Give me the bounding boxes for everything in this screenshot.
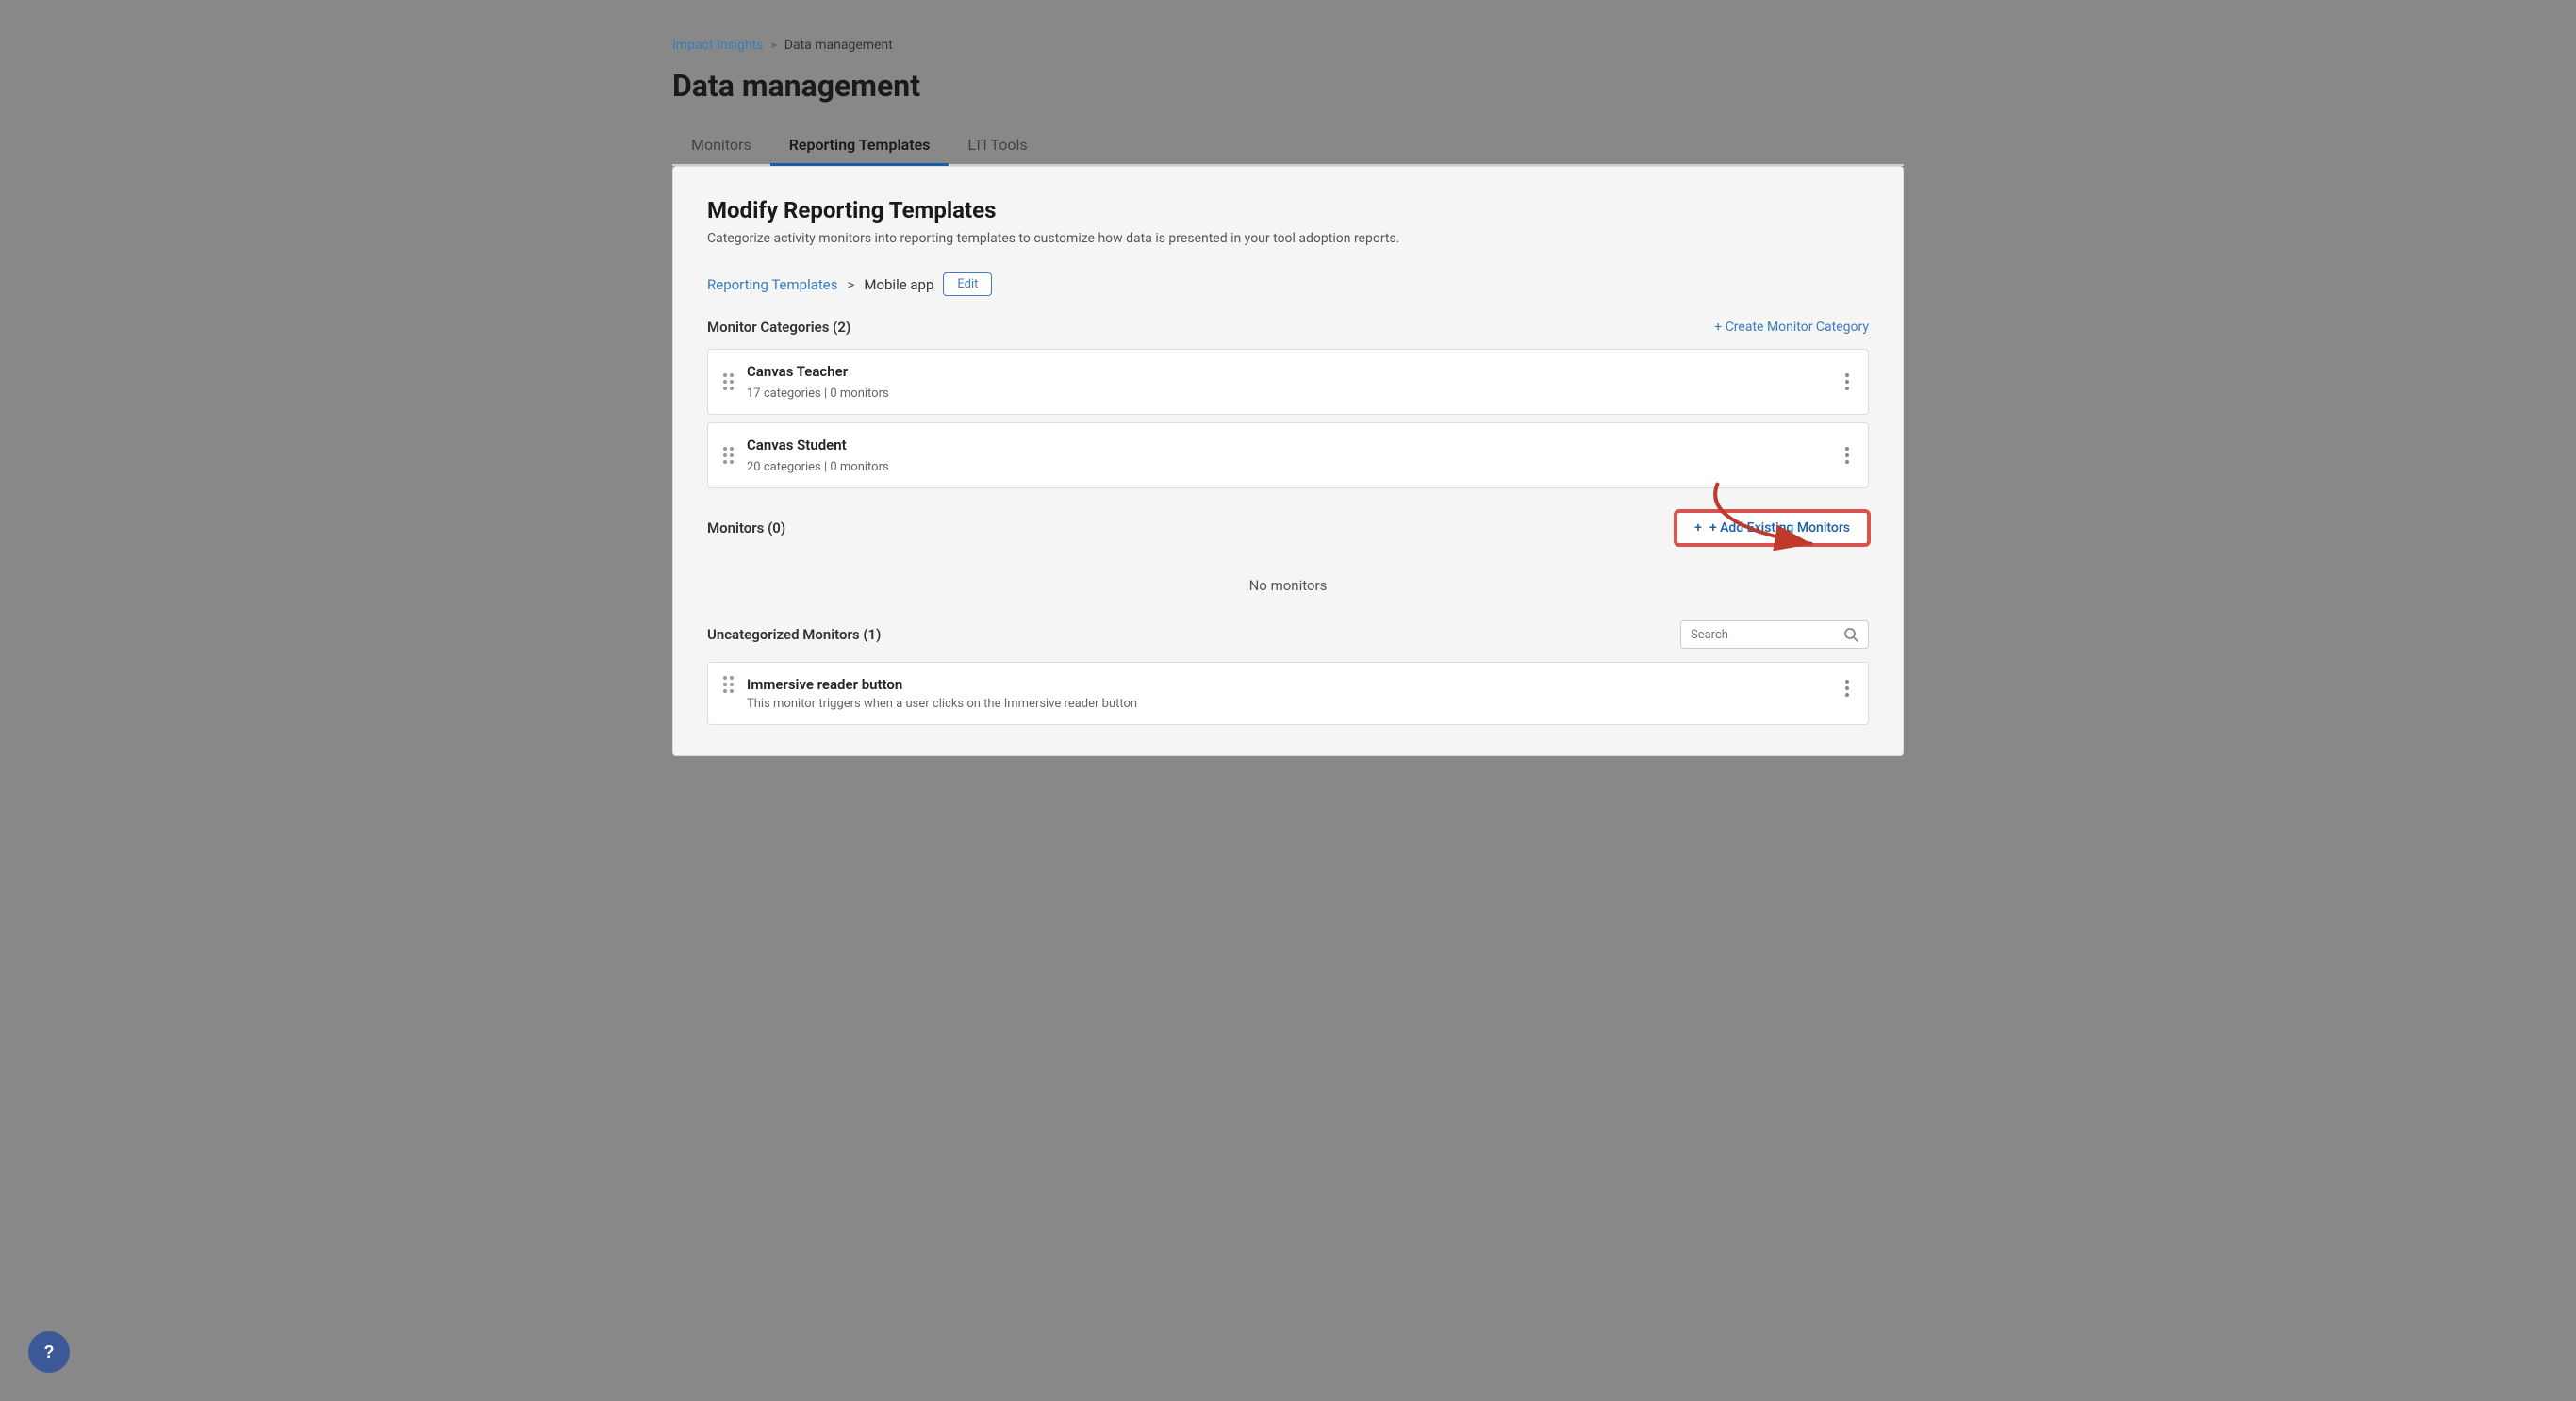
page-title: Data management — [672, 68, 1904, 104]
content-card: Modify Reporting Templates Categorize ac… — [672, 166, 1904, 756]
monitor-info: Canvas Teacher 17 categories | 0 monitor… — [747, 363, 889, 401]
three-dots-menu[interactable] — [1841, 443, 1853, 468]
monitor-categories-label: Monitor Categories (2) — [707, 319, 850, 336]
template-breadcrumb-sep: > — [847, 276, 854, 293]
tab-lti-tools[interactable]: LTI Tools — [949, 126, 1046, 166]
uncategorized-header: Uncategorized Monitors (1) — [707, 620, 1869, 649]
help-button[interactable]: ? — [28, 1331, 70, 1373]
help-icon: ? — [44, 1343, 55, 1362]
edit-button[interactable]: Edit — [943, 272, 992, 296]
monitors-label: Monitors (0) — [707, 519, 785, 536]
drag-handle[interactable] — [723, 676, 734, 693]
monitor-name: Canvas Student — [747, 437, 889, 453]
uncategorized-section: Uncategorized Monitors (1) — [707, 620, 1869, 725]
monitor-categories-list: Canvas Teacher 17 categories | 0 monitor… — [707, 349, 1869, 488]
breadcrumb-current: Data management — [784, 38, 893, 53]
search-input[interactable] — [1691, 628, 1836, 642]
monitors-section: Monitors (0) + + Add Existing Monitors — [707, 511, 1869, 613]
template-breadcrumb-link[interactable]: Reporting Templates — [707, 276, 837, 293]
template-breadcrumb: Reporting Templates > Mobile app Edit — [707, 272, 1869, 296]
monitor-item-left: Canvas Student 20 categories | 0 monitor… — [723, 437, 889, 474]
search-icon — [1843, 627, 1858, 642]
breadcrumb-separator: > — [771, 39, 777, 52]
tab-monitors[interactable]: Monitors — [672, 126, 770, 166]
uncategorized-item-left: Immersive reader button This monitor tri… — [723, 676, 1137, 711]
monitor-item-left: Canvas Teacher 17 categories | 0 monitor… — [723, 363, 889, 401]
uncategorized-item-desc: This monitor triggers when a user clicks… — [747, 697, 1137, 711]
three-dots-menu[interactable] — [1841, 676, 1853, 700]
monitor-info: Canvas Student 20 categories | 0 monitor… — [747, 437, 889, 474]
template-breadcrumb-current: Mobile app — [864, 276, 933, 293]
monitor-meta: 17 categories | 0 monitors — [747, 387, 889, 401]
create-monitor-category-link[interactable]: + Create Monitor Category — [1714, 320, 1869, 335]
uncategorized-item: Immersive reader button This monitor tri… — [707, 662, 1869, 725]
search-box[interactable] — [1680, 620, 1869, 649]
no-monitors-text: No monitors — [707, 558, 1869, 613]
add-existing-monitors-label: + Add Existing Monitors — [1709, 520, 1850, 536]
monitor-name: Canvas Teacher — [747, 363, 889, 380]
drag-handle[interactable] — [723, 447, 734, 464]
monitor-category-item: Canvas Teacher 17 categories | 0 monitor… — [707, 349, 1869, 415]
section-title: Modify Reporting Templates — [707, 197, 1869, 223]
breadcrumb-link[interactable]: Impact Insights — [672, 38, 764, 53]
drag-handle[interactable] — [723, 373, 734, 390]
uncategorized-info: Immersive reader button This monitor tri… — [747, 676, 1137, 711]
breadcrumb: Impact Insights > Data management — [672, 38, 1904, 53]
section-desc: Categorize activity monitors into report… — [707, 231, 1869, 246]
monitor-meta: 20 categories | 0 monitors — [747, 460, 889, 474]
tabs-bar: Monitors Reporting Templates LTI Tools — [672, 126, 1904, 166]
tab-reporting-templates[interactable]: Reporting Templates — [770, 126, 949, 166]
add-existing-monitors-button[interactable]: + + Add Existing Monitors — [1676, 511, 1869, 545]
monitor-categories-header: Monitor Categories (2) + Create Monitor … — [707, 319, 1869, 336]
monitors-header: Monitors (0) + + Add Existing Monitors — [707, 511, 1869, 545]
monitor-category-item: Canvas Student 20 categories | 0 monitor… — [707, 422, 1869, 488]
plus-icon: + — [1694, 520, 1702, 536]
uncategorized-label: Uncategorized Monitors (1) — [707, 626, 881, 643]
uncategorized-item-name: Immersive reader button — [747, 676, 1137, 693]
three-dots-menu[interactable] — [1841, 370, 1853, 394]
